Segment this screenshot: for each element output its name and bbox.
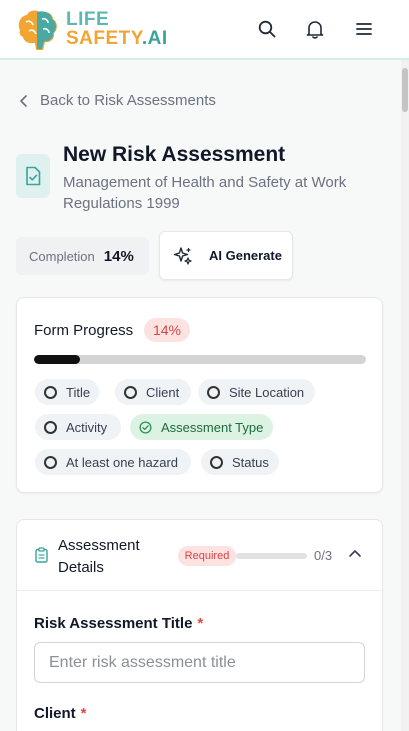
app-header: LIFE SAFETY.AI: [0, 0, 409, 60]
page-title: New Risk Assessment: [63, 143, 286, 166]
requirement-chip: Site Location: [198, 379, 315, 405]
logo-suffix: .AI: [141, 28, 168, 49]
empty-circle-icon: [124, 385, 137, 399]
chevron-up-icon[interactable]: [348, 548, 362, 558]
assessment-details-header[interactable]: Assessment Details Required 0/3: [17, 520, 382, 591]
back-link-label: Back to Risk Assessments: [40, 92, 216, 109]
clipboard-icon: [35, 547, 48, 563]
document-check-icon: [16, 154, 50, 198]
section-progress-bar: [236, 553, 307, 559]
page-subtitle: Management of Health and Safety at Work …: [63, 174, 347, 212]
sparkles-icon: [173, 246, 192, 265]
requirement-chip-label: Status: [232, 454, 269, 470]
required-badge: Required: [178, 546, 236, 566]
empty-circle-icon: [44, 455, 57, 469]
client-field-label: Client *: [34, 705, 87, 722]
required-star: *: [197, 615, 204, 632]
requirement-chip-label: Activity: [66, 419, 108, 435]
logo-line1: LIFE: [66, 9, 110, 30]
ai-generate-button[interactable]: AI Generate: [159, 231, 293, 280]
chevron-left-icon: [20, 94, 27, 107]
bell-icon[interactable]: [304, 18, 326, 40]
form-progress-bar: [34, 355, 366, 364]
requirement-chip-label: Site Location: [229, 384, 305, 400]
completion-label: Completion: [29, 248, 95, 264]
form-progress-title: Form Progress: [34, 322, 134, 339]
requirement-chip: Title: [35, 379, 99, 405]
ai-generate-label: AI Generate: [209, 248, 282, 263]
requirement-chip: Assessment Type: [130, 414, 273, 440]
requirement-chip-label: At least one hazard: [66, 454, 179, 470]
logo[interactable]: LIFE SAFETY.AI: [14, 6, 168, 52]
requirement-chip: Status: [201, 449, 279, 475]
completion-value: 14%: [103, 247, 134, 265]
empty-circle-icon: [207, 385, 220, 399]
assessment-details-title: Assessment Details: [58, 537, 140, 576]
check-circle-icon: [139, 420, 152, 434]
risk-assessment-title-input[interactable]: [34, 642, 365, 683]
empty-circle-icon: [210, 455, 223, 469]
back-link[interactable]: Back to Risk Assessments: [18, 92, 216, 109]
form-progress-badge: 14%: [144, 318, 190, 342]
completion-indicator: Completion 14%: [16, 237, 149, 275]
search-icon[interactable]: [256, 18, 278, 40]
empty-circle-icon: [44, 385, 57, 399]
logo-line2: SAFETY.AI: [66, 28, 168, 49]
requirement-chip-label: Assessment Type: [161, 419, 264, 435]
requirement-chip-label: Client: [146, 384, 180, 400]
requirement-chip-label: Title: [66, 384, 91, 400]
logo-text: LIFE SAFETY.AI: [66, 10, 168, 48]
menu-icon[interactable]: [353, 18, 375, 40]
section-progress-count: 0/3: [314, 548, 333, 563]
requirement-chip: Client: [115, 379, 191, 405]
requirement-chip: Activity: [35, 414, 121, 440]
requirement-chip: At least one hazard: [35, 449, 191, 475]
title-field-label: Risk Assessment Title *: [34, 615, 204, 632]
required-star: *: [80, 705, 87, 722]
form-progress-fill: [34, 355, 81, 364]
scrollbar[interactable]: [401, 60, 409, 731]
empty-circle-icon: [44, 420, 57, 434]
form-progress-card: Form Progress 14% Title Client Site Locati…: [16, 297, 383, 493]
scrollbar-thumb[interactable]: [402, 68, 408, 112]
brain-logo-icon: [18, 10, 57, 50]
